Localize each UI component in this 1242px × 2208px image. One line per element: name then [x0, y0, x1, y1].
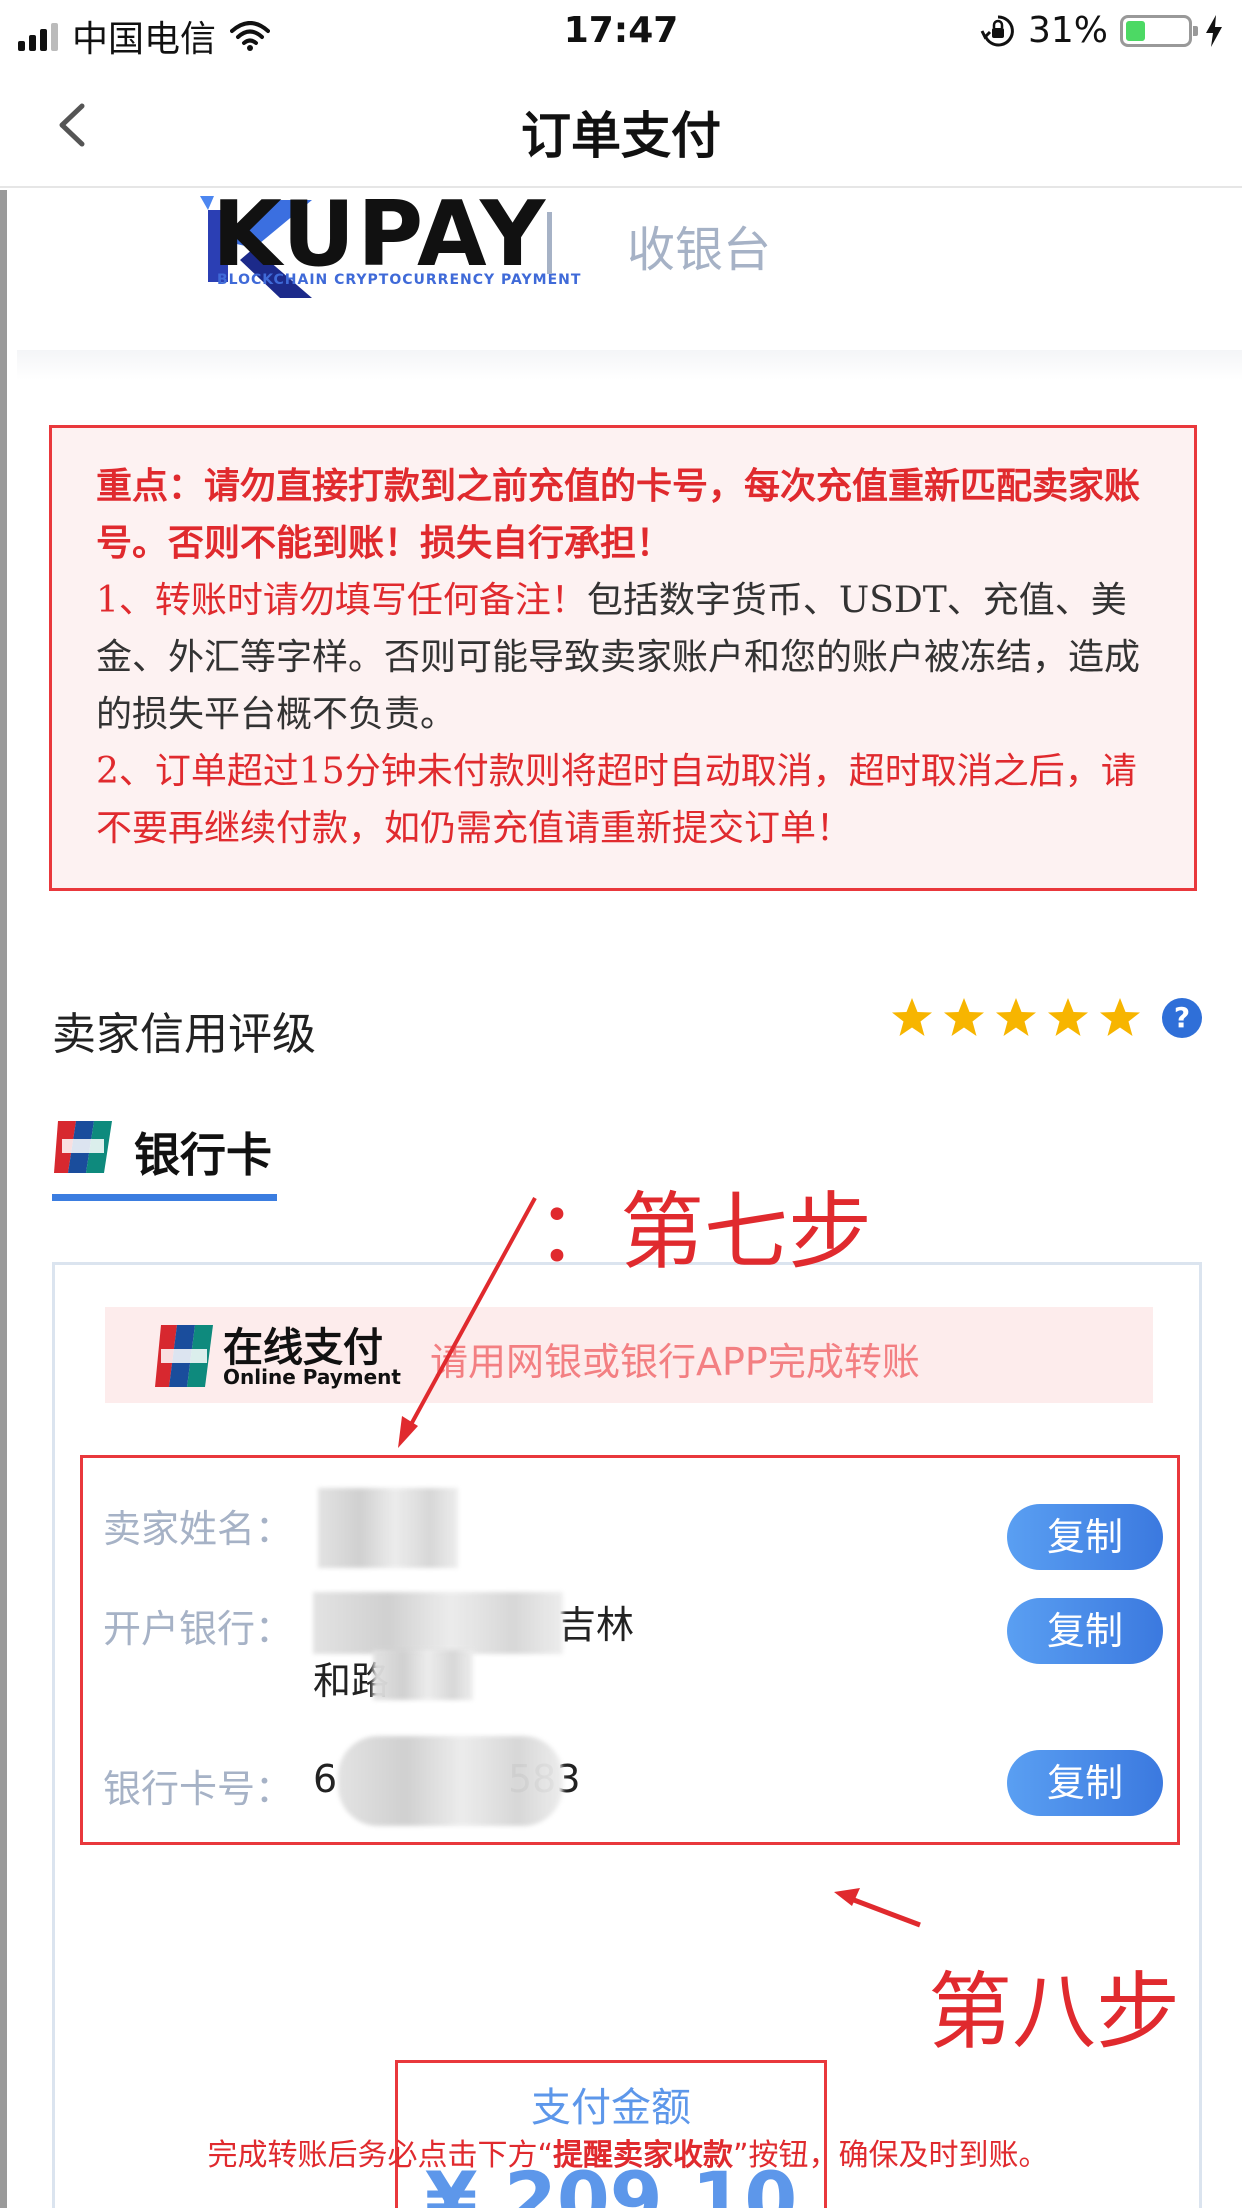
annotation-step8: 第八步 — [928, 1963, 1181, 2061]
help-icon[interactable]: ? — [1162, 998, 1202, 1038]
online-payment-tip: 请用网银或银行APP完成转账 — [430, 1340, 920, 1384]
bank-label: 开户银行： — [103, 1607, 294, 1651]
seller-name-label: 卖家姓名： — [103, 1507, 294, 1551]
copy-card-button[interactable]: 复制 — [1007, 1750, 1163, 1816]
tab-active-indicator — [52, 1194, 277, 1201]
payment-card: 在线支付 Online Payment 请用网银或银行APP完成转账 卖家姓名：… — [52, 1262, 1202, 2208]
card-number-prefix: 6 — [313, 1757, 338, 1801]
cashier-label: 收银台 — [627, 222, 772, 278]
status-bar: 中国电信 17:47 31% — [0, 0, 1242, 62]
online-payment-banner: 在线支付 Online Payment 请用网银或银行APP完成转账 — [105, 1307, 1153, 1403]
orientation-lock-icon — [980, 14, 1014, 46]
redacted-bank-branch — [373, 1650, 473, 1700]
page-title: 订单支付 — [521, 107, 721, 165]
bottom-note: 完成转账后务必点击下方“提醒卖家收款”按钮，确保及时到账。 — [7, 2130, 1242, 2174]
star-icon — [892, 998, 932, 1036]
unionpay-logo-icon — [155, 1325, 213, 1387]
brand-divider — [547, 212, 552, 274]
redacted-card-number — [338, 1736, 563, 1826]
redacted-seller-name — [318, 1488, 458, 1568]
card-number-row: 银行卡号： 6 583 复制 — [103, 1736, 1163, 1838]
rating-label: 卖家信用评级 — [52, 1009, 316, 1060]
tab-label: 银行卡 — [134, 1128, 272, 1182]
bottom-note-highlight: 提醒卖家收款 — [553, 2138, 733, 2173]
seller-account-info: 卖家姓名： 复制 开户银行： 吉林 和路 复制 银行卡号： 6 583 复制 — [80, 1455, 1180, 1845]
star-icon — [1048, 998, 1088, 1036]
bottom-note-after: ”按钮，确保及时到账。 — [733, 2138, 1049, 2173]
star-icon — [944, 998, 984, 1036]
amount-label: 支付金额 — [531, 2085, 691, 2131]
charging-icon — [1206, 14, 1222, 47]
seller-name-row: 卖家姓名： 复制 — [103, 1488, 1163, 1578]
bank-value-suffix: 吉林 — [558, 1603, 635, 1647]
online-payment-subtitle: Online Payment — [223, 1365, 401, 1389]
copy-name-button[interactable]: 复制 — [1007, 1504, 1163, 1570]
battery-icon — [1120, 14, 1198, 47]
bottom-note-before: 完成转账后务必点击下方“ — [207, 2138, 553, 2173]
redacted-bank-name — [313, 1592, 563, 1654]
nav-bar: 订单支付 — [0, 62, 1242, 188]
annotation-step7: ：第七步 — [536, 1183, 873, 1281]
copy-bank-button[interactable]: 复制 — [1007, 1598, 1163, 1664]
kupay-logo-subtext: BLOCKCHAIN CRYPTOCURRENCY PAYMENT — [217, 272, 582, 288]
notice-headline: 重点：请勿直接打款到之前充值的卡号，每次充值重新匹配卖家账号。否则不能到账！损失… — [96, 466, 1141, 564]
tab-bank-card[interactable]: 银行卡 — [52, 1115, 277, 1201]
warning-notice: 重点：请勿直接打款到之前充值的卡号，每次充值重新匹配卖家账号。否则不能到账！损失… — [49, 425, 1197, 891]
unionpay-icon — [54, 1121, 112, 1173]
seller-rating: 卖家信用评级 ? — [52, 990, 1202, 1060]
card-number-label: 银行卡号： — [103, 1767, 294, 1811]
star-icon — [996, 998, 1036, 1036]
brand-header: KUPAY BLOCKCHAIN CRYPTOCURRENCY PAYMENT … — [47, 182, 1237, 360]
bank-row: 开户银行： 吉林 和路 复制 — [103, 1592, 1163, 1708]
battery-fill — [1126, 20, 1145, 41]
battery-percent: 31% — [1027, 10, 1108, 51]
star-icon — [1100, 998, 1140, 1036]
notice-item2: 2、订单超过15分钟未付款则将超时自动取消，超时取消之后，请不要再继续付款，如仍… — [96, 751, 1137, 849]
rating-stars — [890, 996, 1142, 1040]
section-divider — [17, 350, 1242, 380]
notice-item1-warning: 1、转账时请勿填写任何备注！ — [96, 580, 587, 621]
status-right: 31% — [980, 10, 1224, 51]
